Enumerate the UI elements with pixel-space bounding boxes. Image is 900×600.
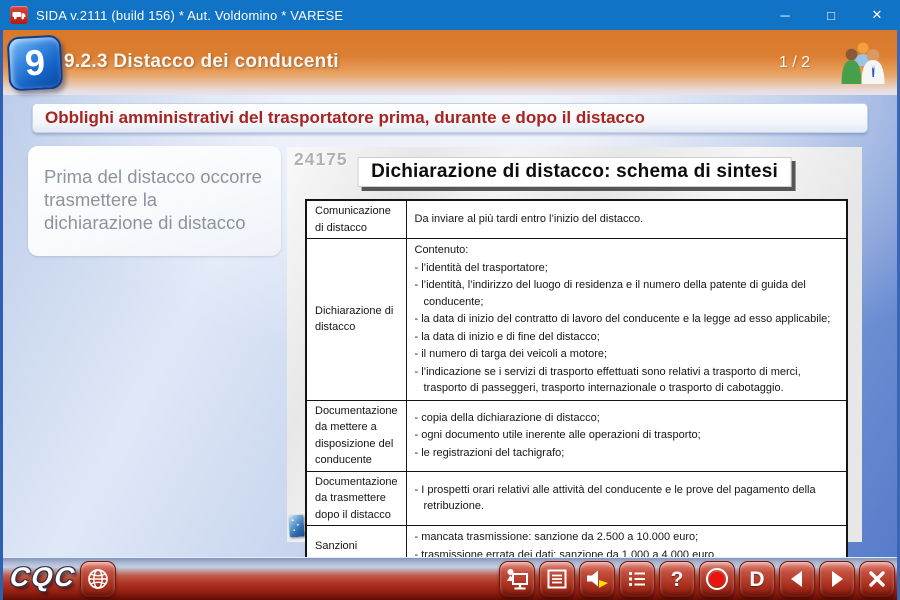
window-border-left (0, 30, 3, 600)
close-window-button[interactable]: ✕ (854, 0, 900, 30)
content-line: - l’identità, l’indirizzo del luogo di r… (415, 277, 839, 310)
content-line: - ogni documento utile inerente alle ope… (415, 427, 839, 444)
content-line: - il numero di targa dei veicoli a motor… (415, 346, 839, 363)
previous-button[interactable] (779, 561, 815, 597)
content-line: - la data di inizio del contratto di lav… (415, 311, 839, 328)
help-icon: ? (671, 569, 684, 590)
list-icon (626, 568, 648, 590)
record-icon (705, 567, 729, 591)
window-title: SIDA v.2111 (build 156) * Aut. Voldomino… (36, 8, 343, 23)
row-content: Da inviare al più tardi entro l’inizio d… (406, 200, 847, 239)
minimize-icon: ─ (780, 8, 789, 23)
text-page-icon (546, 568, 568, 590)
truck-icon (12, 10, 26, 20)
content-line: - mancata trasmissione: sanzione da 2.50… (415, 529, 839, 546)
presentation-button[interactable] (499, 561, 535, 597)
content-line: Contenuto: (415, 242, 839, 259)
maximize-icon: □ (827, 8, 835, 23)
close-icon (867, 569, 887, 589)
row-content: Contenuto:- l’identità del trasportatore… (406, 239, 847, 401)
maximize-button[interactable]: □ (808, 0, 854, 30)
table-row: Comunicazione di distacco Da inviare al p… (306, 200, 847, 239)
watermark: 24175 (294, 149, 348, 170)
note-panel: Prima del distacco occorre trasmettere l… (28, 146, 281, 256)
schema-table: Comunicazione di distacco Da inviare al p… (305, 199, 848, 568)
content-line: - la data di inizio e di fine del distac… (415, 329, 839, 346)
cqc-logo: CQC (8, 562, 77, 593)
previous-icon (786, 568, 808, 590)
page-indicator: 1 / 2 (779, 54, 810, 72)
presentation-icon (505, 568, 529, 591)
row-content: - copia della dichiarazione di distacco;… (406, 400, 847, 471)
close-window-icon: ✕ (872, 7, 883, 23)
list-button[interactable] (619, 561, 655, 597)
content-line: - l’identità del trasportatore; (415, 260, 839, 277)
globe-icon (86, 567, 110, 591)
section-heading: Obblighi amministrativi del trasportator… (32, 103, 868, 133)
table-row: Documentazione da mettere a disposizione… (306, 400, 847, 471)
content-panel: 24175 Dichiarazione di distacco: schema … (287, 147, 862, 542)
app-logo-icon (10, 6, 28, 24)
globe-button[interactable] (80, 561, 116, 597)
chapter-badge: 9 (7, 35, 64, 92)
record-button[interactable] (699, 561, 735, 597)
text-page-button[interactable] (539, 561, 575, 597)
minimize-button[interactable]: ─ (762, 0, 808, 30)
content-line: - l’indicazione se i servizi di trasport… (415, 364, 839, 397)
close-button[interactable] (859, 561, 895, 597)
dictionary-icon: D (749, 569, 764, 590)
dictionary-button[interactable]: D (739, 561, 775, 597)
toolbar: CQC ?D (0, 557, 900, 600)
row-label: Documentazione da trasmettere dopo il di… (306, 471, 406, 526)
content-line: - le registrazioni del tachigrafo; (415, 445, 839, 462)
row-label: Dichiarazione di distacco (306, 239, 406, 401)
content-line: - I prospetti orari relativi alle attivi… (415, 482, 839, 515)
help-button[interactable]: ? (659, 561, 695, 597)
next-icon (826, 568, 848, 590)
content-line: - copia della dichiarazione di distacco; (415, 410, 839, 427)
row-label: Documentazione da mettere a disposizione… (306, 400, 406, 471)
lesson-header: 9 9.2.3 Distacco dei conducenti 1 / 2 (0, 30, 900, 95)
audio-button[interactable] (579, 561, 615, 597)
people-group-icon (839, 40, 887, 84)
row-label: Comunicazione di distacco (306, 200, 406, 239)
signature-stamp-icon (288, 515, 304, 538)
window-controls: ─ □ ✕ (762, 0, 900, 30)
audio-icon (585, 568, 609, 590)
toolbar-buttons: ?D (499, 561, 895, 597)
next-button[interactable] (819, 561, 855, 597)
titlebar: SIDA v.2111 (build 156) * Aut. Voldomino… (0, 0, 900, 30)
row-content: - I prospetti orari relativi alle attivi… (406, 471, 847, 526)
table-row: Dichiarazione di distaccoContenuto:- l’i… (306, 239, 847, 401)
table-title: Dichiarazione di distacco: schema di sin… (357, 157, 792, 187)
content-line: Da inviare al più tardi entro l’inizio d… (415, 211, 839, 228)
note-text: Prima del distacco occorre trasmettere l… (28, 146, 281, 235)
table-row: Documentazione da trasmettere dopo il di… (306, 471, 847, 526)
lesson-title: 9.2.3 Distacco dei conducenti (64, 51, 339, 73)
